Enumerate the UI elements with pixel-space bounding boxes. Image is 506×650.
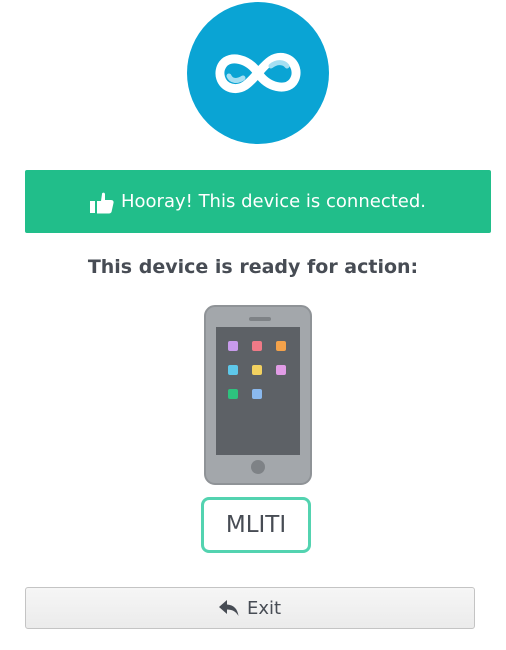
ready-heading: This device is ready for action: <box>87 256 419 278</box>
reply-arrow-icon <box>218 600 239 616</box>
thumbs-up-icon <box>89 192 114 213</box>
infinity-logo <box>187 2 329 144</box>
connected-message: Hooray! This device is connected. <box>120 191 426 212</box>
device-name-label: MLITI <box>201 497 311 553</box>
exit-label: Exit <box>246 597 282 619</box>
exit-button[interactable]: Exit <box>25 587 475 629</box>
connected-banner: Hooray! This device is connected. <box>25 170 491 233</box>
smartphone-icon <box>204 305 312 489</box>
infinity-logo-icon <box>215 52 301 94</box>
